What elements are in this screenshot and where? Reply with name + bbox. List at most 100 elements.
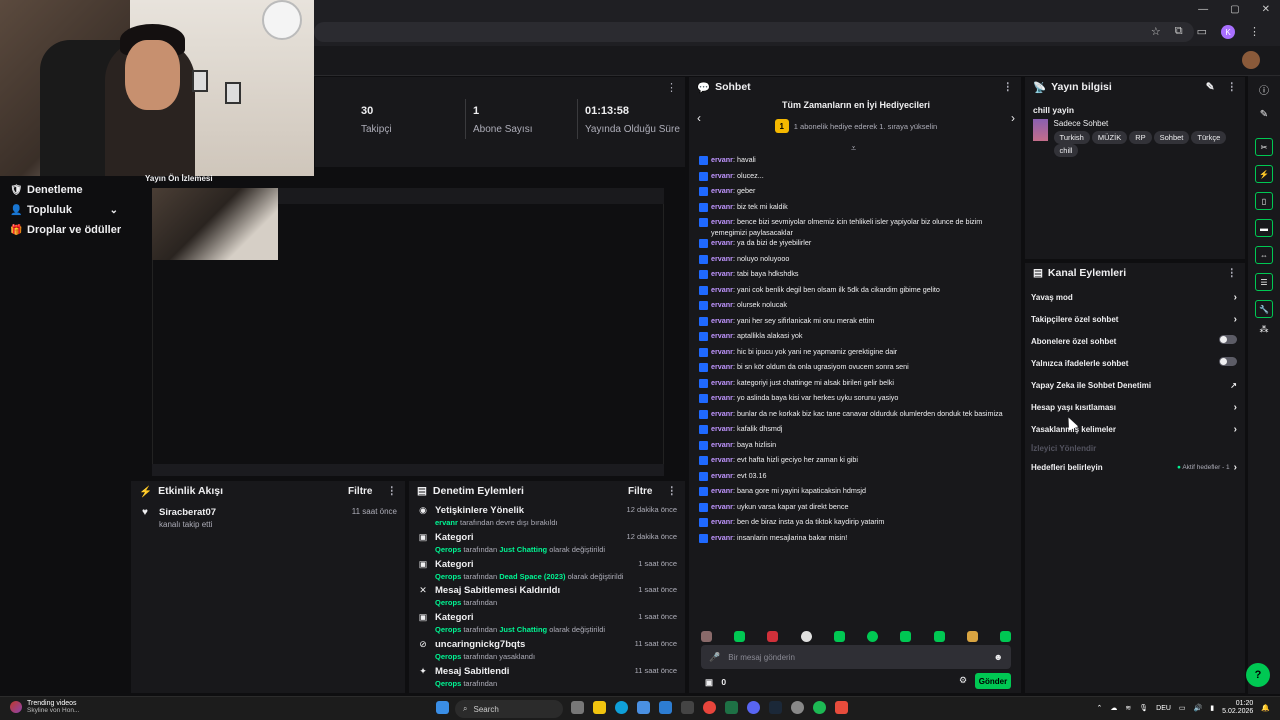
category-name[interactable]: Sadece Sohbet — [1054, 119, 1237, 128]
channel-action-row[interactable]: Yasaklanmış kelimeler › — [1025, 418, 1245, 440]
tag[interactable]: chill — [1053, 144, 1079, 157]
chat-username[interactable]: ervanr — [711, 269, 733, 278]
notification-icon[interactable]: 🔔 — [1261, 704, 1270, 712]
chat-message[interactable]: ervanr: ya da bizi de yiyebilirler — [699, 238, 1015, 254]
chat-message[interactable]: ervanr: bi sn kör oldum da onla ugrasiyo… — [699, 362, 1015, 378]
chat-username[interactable]: ervanr — [711, 285, 733, 294]
chat-message[interactable]: ervanr: bunlar da ne korkak biz kac tane… — [699, 409, 1015, 425]
chat-message[interactable]: ervanr: tabi baya hdkshdks — [699, 269, 1015, 285]
chat-username[interactable]: ervanr — [711, 409, 733, 418]
chat-input[interactable]: 🎤 Bir mesaj gönderin ☻ — [701, 645, 1011, 669]
info-icon[interactable]: ⓘ — [1248, 82, 1280, 97]
tag[interactable]: Turkish — [1053, 131, 1090, 144]
tag[interactable]: RP — [1129, 131, 1152, 144]
more-icon[interactable]: ⋮ — [667, 485, 678, 497]
chat-message[interactable]: ervanr: uykun varsa kapar yat direkt ben… — [699, 502, 1015, 518]
emote-icon[interactable] — [800, 631, 812, 642]
emote-icon[interactable] — [701, 631, 712, 642]
app-icon[interactable] — [835, 701, 848, 714]
category-box-art[interactable] — [1033, 119, 1048, 141]
chat-username[interactable]: ervanr — [711, 254, 733, 263]
chat-username[interactable]: ervanr — [711, 171, 733, 180]
chat-message[interactable]: ervanr: kafalik dhsmdj — [699, 424, 1015, 440]
lightning-icon[interactable]: ⚡ — [1255, 165, 1273, 183]
gear-icon[interactable]: ⚙ — [959, 675, 967, 686]
collapse-icon[interactable]: ⩡ — [851, 143, 856, 154]
chat-message[interactable]: ervanr: ben de biraz insta ya da tiktok … — [699, 517, 1015, 533]
chat-username[interactable]: ervanr — [711, 486, 733, 495]
browser-menu-icon[interactable]: ⋮ — [1249, 25, 1260, 39]
tag[interactable]: MÜZİK — [1091, 131, 1128, 144]
document-icon[interactable]: ▯ — [1255, 192, 1273, 210]
chat-message[interactable]: ervanr: yo aslinda baya kisi var herkes … — [699, 393, 1015, 409]
emote-icon[interactable] — [933, 631, 945, 642]
tag[interactable]: Sohbet — [1153, 131, 1190, 144]
chat-username[interactable]: ervanr — [711, 362, 733, 371]
taskbar-search[interactable]: ⌕ Search — [455, 700, 563, 718]
emote-icon[interactable] — [734, 631, 746, 642]
chat-username[interactable]: ervanr — [711, 517, 733, 526]
channel-action-row[interactable]: Abonelere özel sohbet — [1025, 330, 1245, 352]
close-icon[interactable]: ✕ — [1262, 4, 1270, 15]
chat-message[interactable]: ervanr: havali — [699, 155, 1015, 171]
wifi-icon[interactable]: ≋ — [1125, 704, 1131, 712]
obs-icon[interactable] — [791, 701, 804, 714]
chat-message[interactable]: ervanr: noluyo noluyooo — [699, 254, 1015, 270]
chevron-left-icon[interactable]: ‹ — [697, 111, 701, 125]
emoji-icon[interactable]: ☻ — [994, 652, 1003, 662]
chat-message[interactable]: ervanr: evt hafta hizli geciyo her zaman… — [699, 455, 1015, 471]
emote-icon[interactable] — [767, 631, 779, 642]
cloud-icon[interactable]: ☁ — [1110, 704, 1117, 712]
chat-message[interactable]: ervanr: yani her sey sifirlanicak mi onu… — [699, 316, 1015, 332]
tag[interactable]: Türkçe — [1191, 131, 1227, 144]
profile-avatar[interactable]: K — [1221, 25, 1235, 39]
chat-message[interactable]: ervanr: baya hizlisin — [699, 440, 1015, 456]
bookmark-star-icon[interactable]: ☆ — [1151, 25, 1161, 39]
clip-icon[interactable]: ✂ — [1255, 138, 1273, 156]
chat-message[interactable]: ervanr: geber — [699, 186, 1015, 202]
chat-message[interactable]: ervanr: bence bizi sevmiyolar olmemiz ic… — [699, 217, 1015, 238]
spotify-icon[interactable] — [813, 701, 826, 714]
channel-points[interactable]: ▣ 0 — [705, 677, 726, 688]
channel-action-row[interactable]: Yalnızca ifadelerle sohbet — [1025, 352, 1245, 374]
chevron-right-icon[interactable]: › — [1011, 111, 1015, 125]
chat-username[interactable]: ervanr — [711, 455, 733, 464]
chat-username[interactable]: ervanr — [711, 378, 733, 387]
more-icon[interactable]: ⋮ — [1227, 267, 1238, 279]
chat-message[interactable]: ervanr: evt 03.16 — [699, 471, 1015, 487]
steam-icon[interactable] — [769, 701, 782, 714]
filter-button[interactable]: Filtre — [628, 486, 652, 497]
channel-action-row[interactable]: Yavaş mod › — [1025, 286, 1245, 308]
chat-username[interactable]: ervanr — [711, 186, 733, 195]
chat-username[interactable]: ervanr — [711, 502, 733, 511]
emote-icon[interactable] — [966, 631, 978, 642]
more-icon[interactable]: ⋮ — [1227, 81, 1238, 93]
emote-icon[interactable] — [867, 631, 879, 642]
toggle-switch[interactable] — [1219, 335, 1237, 344]
chat-message[interactable]: ervanr: bana gore mi yayini kapaticaksin… — [699, 486, 1015, 502]
network-icon[interactable]: ▭ — [1179, 704, 1186, 712]
chat-username[interactable]: ervanr — [711, 316, 733, 325]
windows-start-icon[interactable] — [436, 701, 449, 714]
file-explorer-icon[interactable] — [593, 701, 606, 714]
emote-icon[interactable] — [999, 631, 1011, 642]
more-icon[interactable]: ⋮ — [387, 485, 398, 497]
chat-username[interactable]: ervanr — [711, 202, 733, 211]
chevron-up-icon[interactable]: ⌃ — [1097, 704, 1103, 712]
chat-username[interactable]: ervanr — [711, 424, 733, 433]
chat-username[interactable]: ervanr — [711, 347, 733, 356]
chat-message[interactable]: ervanr: olursek nolucak — [699, 300, 1015, 316]
avatar[interactable] — [1242, 51, 1260, 69]
mic-icon[interactable]: 🎤 — [709, 652, 720, 663]
edit-icon[interactable]: ✎ — [1206, 81, 1215, 93]
wrench-icon[interactable]: 🔧 — [1255, 300, 1273, 318]
chat-username[interactable]: ervanr — [711, 300, 733, 309]
chat-message[interactable]: ervanr: yani cok benlik degil ben olsam … — [699, 285, 1015, 301]
help-button[interactable]: ? — [1246, 663, 1270, 687]
send-button[interactable]: Gönder — [975, 673, 1011, 689]
chat-username[interactable]: ervanr — [711, 238, 733, 247]
queue-icon[interactable]: ☰ — [1255, 273, 1273, 291]
task-view-icon[interactable] — [571, 701, 584, 714]
chat-message[interactable]: ervanr: olucez... — [699, 171, 1015, 187]
chat-username[interactable]: ervanr — [711, 471, 733, 480]
